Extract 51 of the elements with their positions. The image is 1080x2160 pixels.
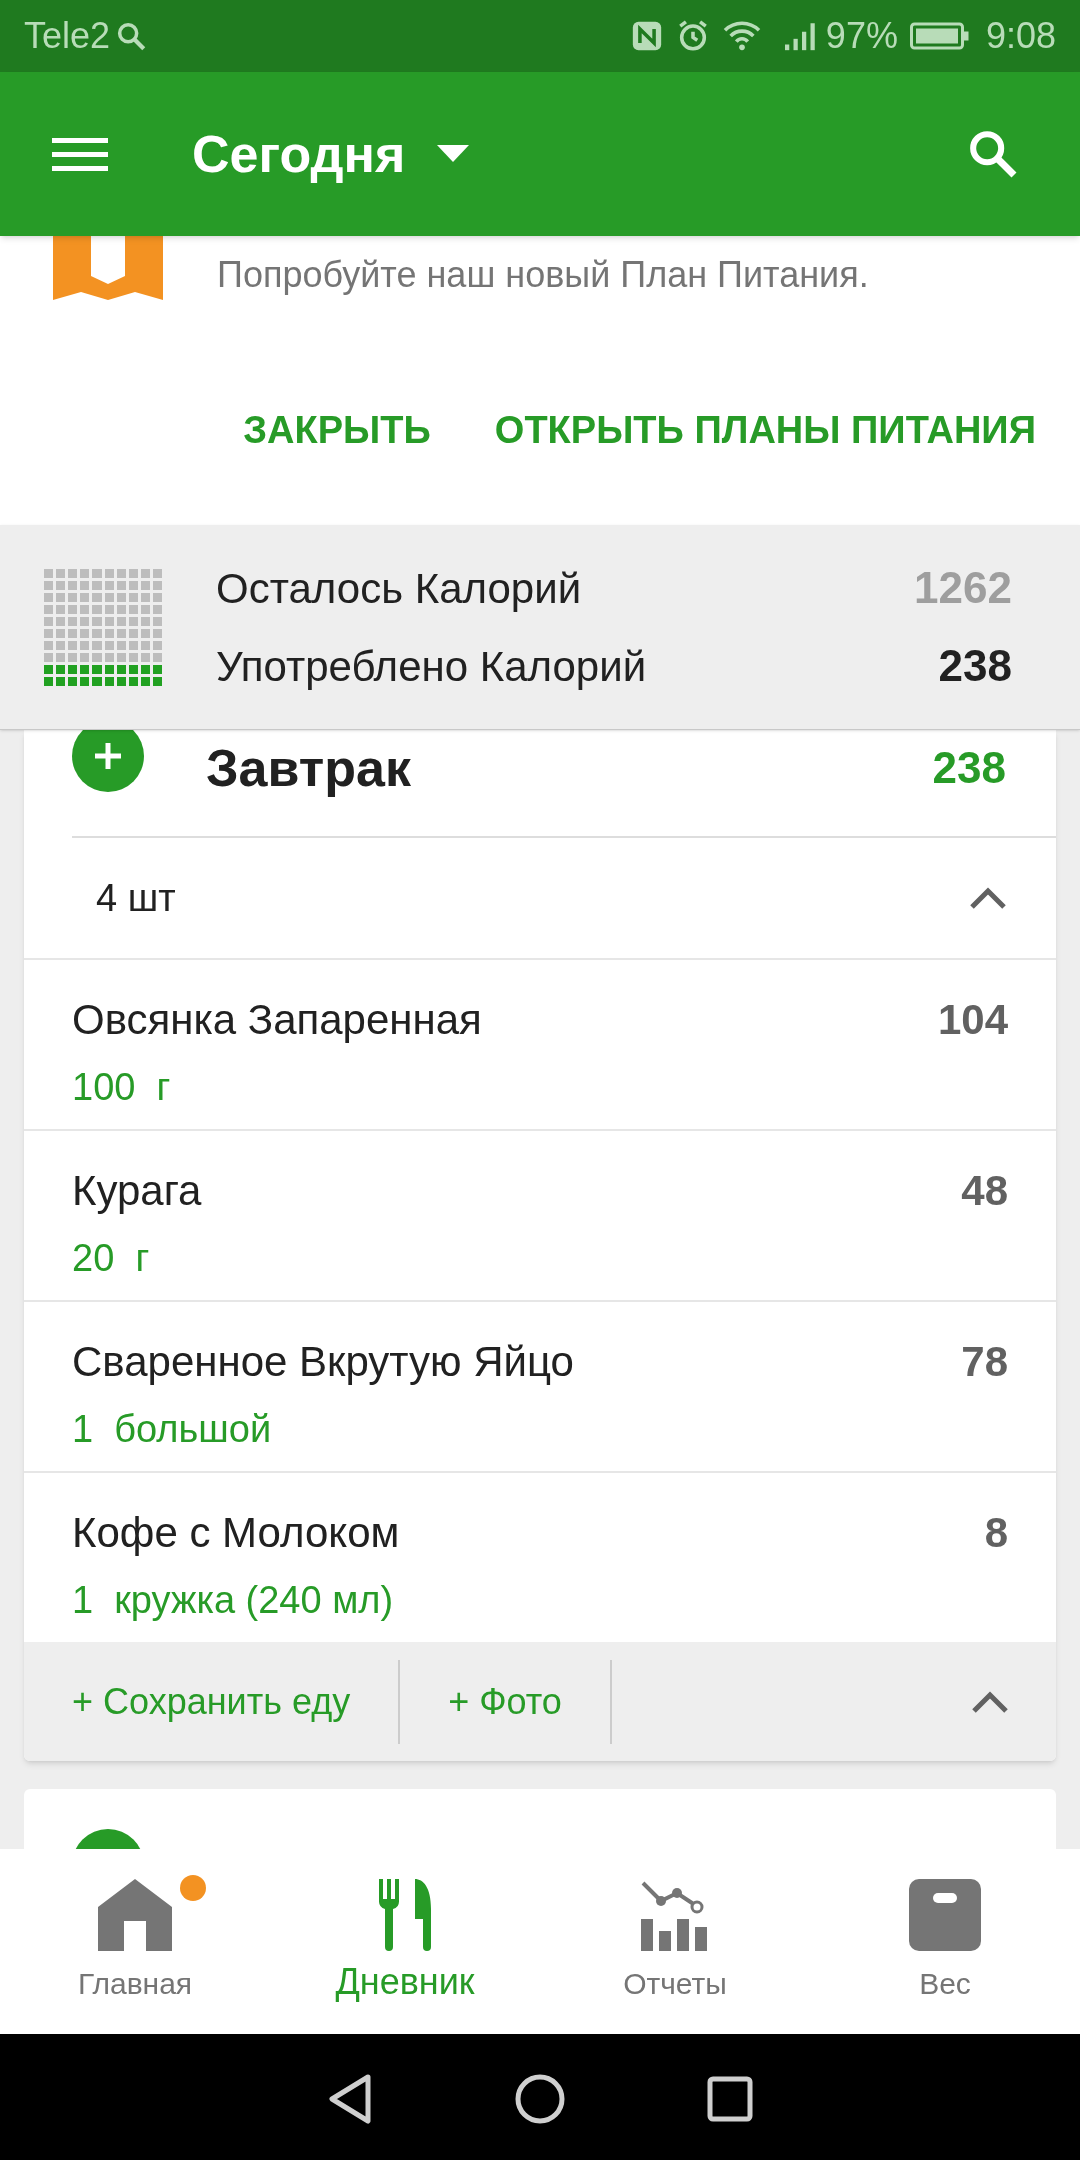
wifi-icon	[721, 19, 762, 53]
food-amount: 1 большой	[72, 1407, 273, 1452]
banner-text: Попробуйте наш новый План Питания.	[217, 253, 869, 297]
food-calories: 78	[961, 1337, 1008, 1387]
food-item[interactable]: Овсянка Запаренная 100 г 104	[24, 958, 1056, 1129]
carrier-name: Tele2	[24, 14, 111, 58]
square-icon	[706, 2075, 754, 2123]
back-button[interactable]	[326, 2073, 374, 2125]
banner-button[interactable]: ОТКРЫТЬ ПЛАНЫ ПИТАНИЯ	[494, 402, 1036, 459]
nav-tab[interactable]: Главная	[0, 1849, 270, 2034]
food-amount: 20 г	[72, 1236, 151, 1281]
banner-button[interactable]: ЗАКРЫТЬ	[243, 402, 431, 459]
nav-tab[interactable]: Отчеты	[540, 1849, 810, 2034]
item-count: 4 шт	[95, 875, 176, 921]
food-name: Кофе с Молоком	[72, 1508, 400, 1558]
calorie-value: 238	[938, 640, 1012, 692]
battery-icon	[909, 21, 970, 51]
food-item[interactable]: Сваренное Вкрутую Яйцо 1 большой 78	[24, 1300, 1056, 1471]
food-amount: 100 г	[72, 1065, 172, 1110]
action-link[interactable]: + Фото	[400, 1642, 610, 1761]
meal-title: Завтрак	[206, 738, 412, 799]
calorie-value: 1262	[914, 562, 1012, 614]
food-name: Курага	[72, 1166, 202, 1216]
recents-button[interactable]	[706, 2075, 754, 2123]
scale-icon	[909, 1879, 981, 1951]
food-name: Сваренное Вкрутую Яйцо	[72, 1337, 574, 1387]
calorie-label: Осталось Калорий	[216, 563, 582, 614]
food-calories: 48	[961, 1166, 1008, 1216]
calorie-grid-icon	[44, 568, 162, 686]
nav-tab[interactable]: Дневник	[270, 1849, 540, 2034]
date-dropdown[interactable]: Сегодня	[192, 115, 470, 193]
food-calories: 8	[984, 1508, 1008, 1558]
chevron-icon	[970, 1689, 1010, 1714]
calorie-label: Употреблено Калорий	[216, 641, 647, 692]
battery-percent: 97%	[825, 14, 898, 58]
clock-time: 9:08	[985, 14, 1056, 58]
home-button[interactable]	[514, 2073, 566, 2125]
back-icon	[326, 2073, 374, 2125]
food-item[interactable]: Курага 20 г 48	[24, 1129, 1056, 1300]
food-calories: 104	[937, 995, 1008, 1045]
food-name: Овсянка Запаренная	[72, 995, 482, 1045]
plus-icon	[93, 741, 123, 771]
meal-calories: 238	[932, 742, 1007, 794]
home-icon	[98, 1879, 172, 1951]
fork-knife-icon	[379, 1879, 431, 1951]
circle-icon	[514, 2073, 566, 2125]
nav-tab[interactable]: Вес	[810, 1849, 1080, 2034]
action-link[interactable]: + Сохранить еду	[24, 1642, 399, 1761]
food-amount: 1 кружка (240 мл)	[72, 1578, 395, 1623]
caret-icon	[437, 145, 470, 163]
add-food-button[interactable]	[72, 730, 144, 792]
